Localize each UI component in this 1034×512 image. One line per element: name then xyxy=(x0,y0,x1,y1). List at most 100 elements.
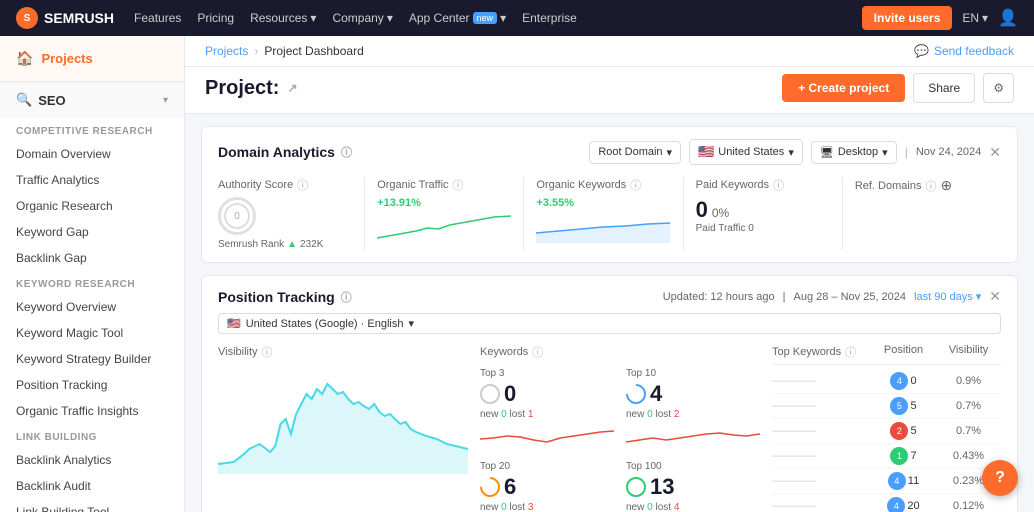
sidebar-item-keyword-magic-tool[interactable]: Keyword Magic Tool xyxy=(0,320,184,346)
pt-date-range: Aug 28 – Nov 25, 2024 xyxy=(794,291,907,303)
keywords-info-icon[interactable]: ⓘ xyxy=(532,344,543,360)
project-external-link-icon[interactable]: ↗ xyxy=(287,81,297,95)
kw-vis-6: 0.12% xyxy=(936,500,1001,512)
sidebar-item-backlink-audit[interactable]: Backlink Audit xyxy=(0,473,184,499)
organic-traffic-info-icon[interactable]: ⓘ xyxy=(453,177,464,193)
settings-button[interactable]: ⚙ xyxy=(983,73,1014,103)
organic-keywords-metric: Organic Keywords ⓘ +3.55% xyxy=(524,177,683,250)
top10-value: 4 xyxy=(626,381,760,407)
pt-locale-selector[interactable]: 🇺🇸 United States (Google) · English ▾ xyxy=(218,313,1001,334)
sidebar-item-traffic-analytics[interactable]: Traffic Analytics xyxy=(0,167,184,193)
kw-pos-6: 420 xyxy=(871,497,936,512)
project-title: Project: ↗ xyxy=(205,77,298,100)
top100-label: Top 100 xyxy=(626,461,760,472)
position-tracking-close-button[interactable]: ✕ xyxy=(989,288,1001,305)
breadcrumb-current: Project Dashboard xyxy=(264,44,363,58)
nav-links: Features Pricing Resources ▾ Company ▾ A… xyxy=(134,11,842,25)
top20-value: 6 xyxy=(480,474,614,500)
domain-analytics-title: Domain Analytics ⓘ xyxy=(218,144,352,160)
organic-traffic-label: Organic Traffic ⓘ xyxy=(377,177,511,193)
pt-updated: Updated: 12 hours ago xyxy=(663,291,775,303)
nav-enterprise[interactable]: Enterprise xyxy=(522,11,577,25)
authority-score-circle: 0 xyxy=(218,197,256,235)
nav-company[interactable]: Company ▾ xyxy=(332,11,392,25)
sidebar-projects[interactable]: 🏠 Projects xyxy=(0,36,184,82)
top-keywords-info-icon[interactable]: ⓘ xyxy=(845,344,856,360)
organic-keywords-chart xyxy=(536,213,670,243)
position-tracking-card: Position Tracking ⓘ Updated: 12 hours ag… xyxy=(201,275,1018,512)
domain-analytics-info-icon[interactable]: ⓘ xyxy=(341,144,352,160)
invite-users-button[interactable]: Invite users xyxy=(862,6,953,30)
link-building-section: LINK BUILDING xyxy=(0,424,184,447)
breadcrumb-parent[interactable]: Projects xyxy=(205,44,248,58)
kw-pos-3: 25 xyxy=(871,422,936,440)
sidebar-item-backlink-analytics[interactable]: Backlink Analytics xyxy=(0,447,184,473)
sidebar-projects-label: Projects xyxy=(41,51,92,66)
position-tracking-meta: Updated: 12 hours ago | Aug 28 – Nov 25,… xyxy=(663,288,1001,305)
kw-pos-2: 55 xyxy=(871,397,936,415)
share-button[interactable]: Share xyxy=(913,73,975,103)
top-keywords-row-1: ———— 40 0.9% xyxy=(772,369,1001,394)
organic-keywords-info-icon[interactable]: ⓘ xyxy=(630,177,641,193)
root-domain-filter[interactable]: Root Domain ▾ xyxy=(589,141,681,164)
sidebar-item-organic-traffic-insights[interactable]: Organic Traffic Insights xyxy=(0,398,184,424)
sidebar-item-link-building-tool[interactable]: Link Building Tool xyxy=(0,499,184,512)
paid-keywords-info-icon[interactable]: ⓘ xyxy=(773,177,784,193)
sidebar-item-position-tracking[interactable]: Position Tracking xyxy=(0,372,184,398)
desktop-icon: 🖥 xyxy=(820,146,834,159)
domain-analytics-close-button[interactable]: ✕ xyxy=(989,144,1001,161)
authority-score-info-icon[interactable]: ⓘ xyxy=(297,177,308,193)
pt-period-selector[interactable]: last 90 days ▾ xyxy=(914,290,981,303)
position-tracking-info-icon[interactable]: ⓘ xyxy=(341,289,352,305)
nav-app-center[interactable]: App Center new ▾ xyxy=(409,11,506,25)
kw-pos-5: 411 xyxy=(871,472,936,490)
sidebar-seo-toggle[interactable]: 🔍 SEO ▾ xyxy=(0,82,184,118)
top10-label: Top 10 xyxy=(626,368,760,379)
pos-badge-3: 2 xyxy=(890,422,908,440)
nav-pricing[interactable]: Pricing xyxy=(197,11,234,25)
paid-keywords-label: Paid Keywords ⓘ xyxy=(696,177,830,193)
organic-keywords-label: Organic Keywords ⓘ xyxy=(536,177,670,193)
user-menu-icon[interactable]: 👤 xyxy=(998,8,1018,28)
top-keywords-row-3: ———— 25 0.7% xyxy=(772,419,1001,444)
send-feedback-button[interactable]: 💬 Send feedback xyxy=(914,44,1014,58)
keyword-research-section: KEYWORD RESEARCH xyxy=(0,271,184,294)
nav-resources[interactable]: Resources ▾ xyxy=(250,11,316,25)
kw-cell-1: ———— xyxy=(772,375,871,387)
sidebar-item-keyword-overview[interactable]: Keyword Overview xyxy=(0,294,184,320)
ref-domains-add-icon[interactable]: ⊕ xyxy=(940,177,952,194)
app-body: 🏠 Projects 🔍 SEO ▾ COMPETITIVE RESEARCH … xyxy=(0,36,1034,512)
device-filter[interactable]: 🖥 Desktop ▾ xyxy=(811,141,897,164)
pos-badge-4: 1 xyxy=(890,447,908,465)
seo-section-label: 🔍 SEO xyxy=(16,92,66,108)
authority-score-sub: Semrush Rank ▲ 232K xyxy=(218,239,352,250)
top-keywords-panel: Top Keywords ⓘ Position Visibility ———— … xyxy=(772,344,1001,512)
kw-cell-2: ———— xyxy=(772,400,871,412)
ref-domains-info-icon[interactable]: ⓘ xyxy=(925,178,936,194)
pos-badge-2: 5 xyxy=(890,397,908,415)
create-project-button[interactable]: + Create project xyxy=(782,74,905,102)
paid-keywords-pct: 0% xyxy=(712,206,729,220)
country-filter[interactable]: 🇺🇸 United States ▾ xyxy=(689,139,803,165)
projects-home-icon: 🏠 xyxy=(16,50,33,67)
seo-icon: 🔍 xyxy=(16,92,32,108)
kw-cell-4: ———— xyxy=(772,450,871,462)
top-keywords-header: Top Keywords ⓘ Position Visibility xyxy=(772,344,1001,365)
top20-label: Top 20 xyxy=(480,461,614,472)
sidebar-item-backlink-gap[interactable]: Backlink Gap xyxy=(0,245,184,271)
nav-features[interactable]: Features xyxy=(134,11,181,25)
kw-cell-5: ———— xyxy=(772,475,871,487)
visibility-info-icon[interactable]: ⓘ xyxy=(262,344,273,360)
top3-label: Top 3 xyxy=(480,368,614,379)
organic-traffic-metric: Organic Traffic ⓘ +13.91% xyxy=(365,177,524,250)
sidebar-item-keyword-gap[interactable]: Keyword Gap xyxy=(0,219,184,245)
top-keywords-col-visibility: Visibility xyxy=(936,344,1001,360)
sidebar-item-keyword-strategy-builder[interactable]: Keyword Strategy Builder xyxy=(0,346,184,372)
sidebar-item-organic-research[interactable]: Organic Research xyxy=(0,193,184,219)
language-selector[interactable]: EN ▾ xyxy=(962,11,988,25)
keywords-header: Keywords ⓘ xyxy=(480,344,760,360)
kw-vis-1: 0.9% xyxy=(936,375,1001,387)
help-button[interactable]: ? xyxy=(982,460,1018,496)
sidebar-item-domain-overview[interactable]: Domain Overview xyxy=(0,141,184,167)
brand-logo[interactable]: S SEMRUSH xyxy=(16,7,114,29)
